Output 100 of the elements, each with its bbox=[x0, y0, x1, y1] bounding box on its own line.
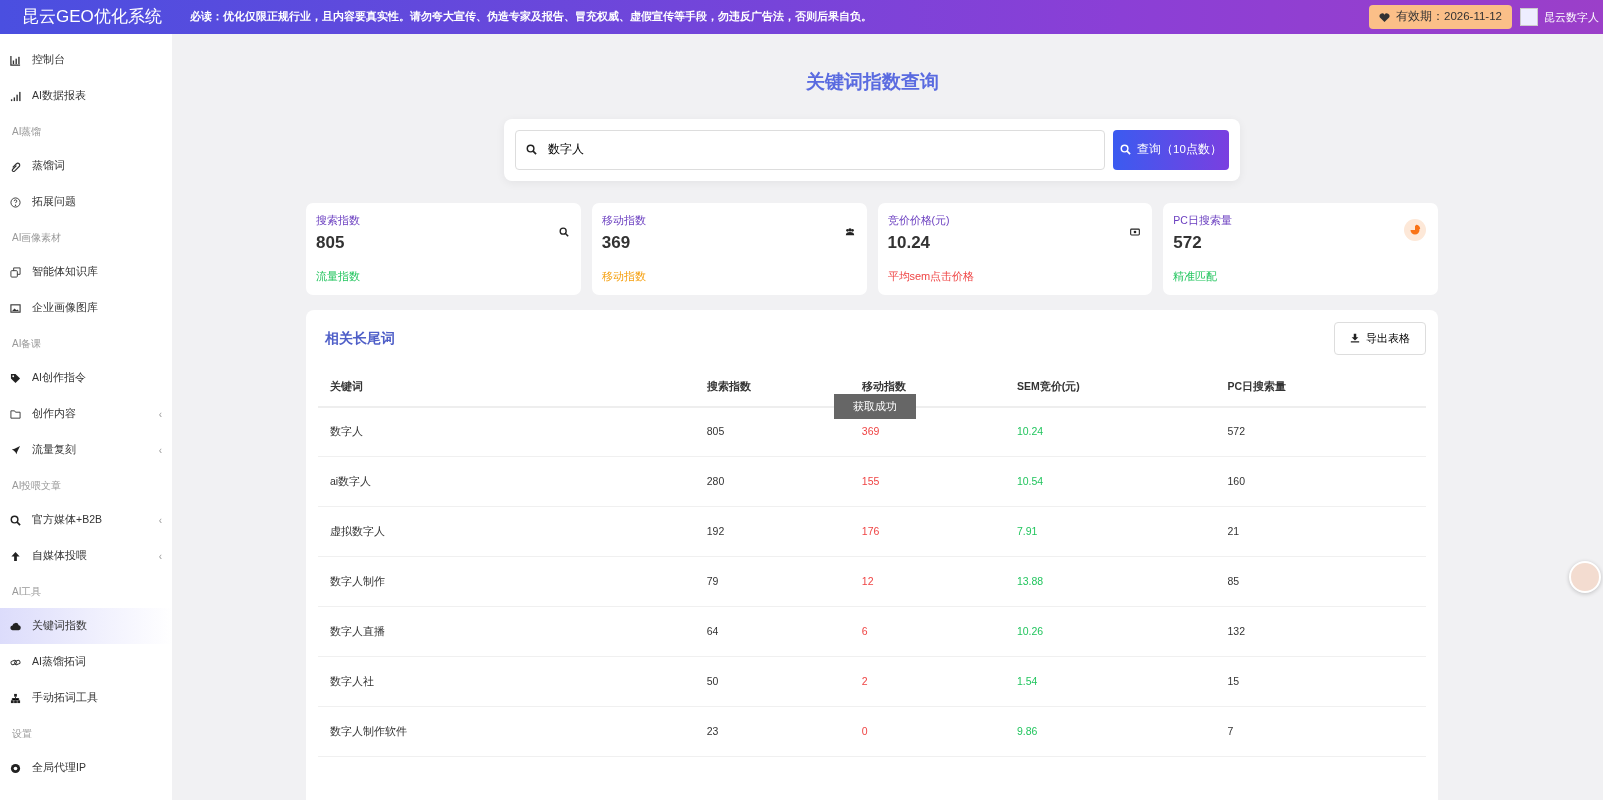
stat-label: 竞价价格(元) bbox=[887, 212, 951, 228]
sidebar-item[interactable]: 自媒体投喂 ‹ bbox=[0, 538, 172, 574]
cloud-icon bbox=[10, 620, 21, 632]
search-field[interactable]: 数字人 bbox=[515, 129, 1105, 170]
copy-icon bbox=[10, 266, 21, 278]
menu-section-label: AI投喂文章 bbox=[11, 478, 63, 493]
table-cell: 572 bbox=[1215, 406, 1426, 457]
page-title: 关键词指数查询 bbox=[804, 70, 940, 94]
table-cell: 7.91 bbox=[1004, 506, 1216, 557]
download-icon bbox=[1350, 333, 1360, 343]
table-cell: 7 bbox=[1215, 706, 1426, 757]
table-cell: 21 bbox=[1215, 506, 1426, 557]
stat-note: 精准匹配 bbox=[1173, 268, 1218, 284]
table-title: 相关长尾词 bbox=[325, 328, 395, 348]
sidebar-item[interactable]: 创作内容 ‹ bbox=[0, 396, 172, 432]
search-icon bbox=[10, 514, 21, 526]
table-cell: 数字人社 bbox=[318, 656, 695, 707]
stat-label: 移动指数 bbox=[601, 212, 647, 228]
sidebar-item[interactable]: AI数据报表 bbox=[0, 78, 172, 114]
table-cell: 10.26 bbox=[1004, 606, 1216, 657]
table-cell: 79 bbox=[694, 556, 850, 607]
menu-section-label: AI备课 bbox=[11, 336, 43, 351]
sidebar-item[interactable]: 智能体知识库 bbox=[0, 254, 172, 290]
paperclip-icon bbox=[10, 160, 21, 172]
app-title: 昆云GEO优化系统 bbox=[22, 6, 163, 29]
stat-label: 搜索指数 bbox=[316, 212, 361, 228]
stat-value: 572 bbox=[1173, 232, 1202, 255]
table-cell: 0 bbox=[849, 706, 1005, 757]
table-cell: ai数字人 bbox=[318, 456, 695, 507]
heart-icon bbox=[1379, 11, 1390, 23]
chevron-icon: ‹ bbox=[158, 442, 162, 458]
menu-section-label: AI工具 bbox=[11, 584, 43, 599]
table-cell: 50 bbox=[694, 656, 850, 707]
table-cell: 192 bbox=[694, 506, 850, 557]
table-cell: 13.88 bbox=[1004, 556, 1216, 607]
sidebar-item[interactable]: AI创作指令 bbox=[0, 360, 172, 396]
table-cell: 10.24 bbox=[1004, 406, 1216, 457]
sidebar-item[interactable]: AI蒸馏拓词 bbox=[0, 644, 172, 680]
signal-icon bbox=[10, 90, 21, 102]
notice-text: 必读：优化仅限正规行业，且内容要真实性。请勿夸大宣传、伪造专家及报告、冒充权威、虚假宣传等手段，勿违反广告法，否则后果自负。 bbox=[190, 9, 872, 25]
table-cell: 15 bbox=[1215, 656, 1426, 707]
table-cell: 2 bbox=[849, 656, 1005, 707]
toast-message: 获取成功 bbox=[834, 394, 916, 420]
stat-note: 平均sem点击价格 bbox=[887, 268, 975, 284]
table-cell: 280 bbox=[694, 456, 850, 507]
table-cell: 12 bbox=[849, 556, 1005, 607]
export-button[interactable]: 导出表格 bbox=[1334, 321, 1426, 355]
avatar-image[interactable] bbox=[1520, 8, 1538, 26]
table-cell: 64 bbox=[694, 606, 850, 657]
table-cell: 160 bbox=[1215, 456, 1426, 507]
expiry-date: 有效期：2026-11-12 bbox=[1396, 9, 1502, 25]
sidebar-item[interactable]: 全局代理IP bbox=[0, 750, 172, 786]
table-cell: 176 bbox=[849, 506, 1005, 557]
table-cell: 数字人 bbox=[318, 406, 695, 457]
column-header: 关键词 bbox=[318, 368, 695, 407]
column-header: SEM竞价(元) bbox=[1004, 368, 1216, 407]
stat-note: 移动指数 bbox=[601, 268, 646, 284]
table-cell: 6 bbox=[849, 606, 1005, 657]
stat-value: 10.24 bbox=[887, 232, 931, 255]
table-cell: 数字人制作软件 bbox=[318, 706, 695, 757]
table-cell: 10.54 bbox=[1004, 456, 1216, 507]
search-icon bbox=[558, 227, 569, 238]
assistant-avatar[interactable] bbox=[1569, 561, 1601, 593]
sidebar-item[interactable]: 拓展问题 bbox=[0, 184, 172, 220]
stat-label: PC日搜索量 bbox=[1173, 212, 1233, 228]
chevron-icon: ‹ bbox=[158, 512, 162, 528]
chevron-icon: ‹ bbox=[158, 406, 162, 422]
chevron-icon: ‹ bbox=[158, 548, 162, 564]
folder-icon bbox=[10, 408, 21, 420]
search-icon bbox=[526, 143, 537, 155]
menu-section-label: AI画像素材 bbox=[11, 230, 63, 245]
stat-note: 流量指数 bbox=[316, 268, 360, 284]
question-icon bbox=[10, 196, 21, 208]
query-button[interactable]: 查询（10点数） bbox=[1113, 129, 1229, 170]
table-cell: 155 bbox=[849, 456, 1005, 507]
table-cell: 虚拟数字人 bbox=[318, 506, 695, 557]
sidebar-item[interactable]: 官方媒体+B2B ‹ bbox=[0, 502, 172, 538]
sidebar-item[interactable]: 企业画像图库 bbox=[0, 290, 172, 326]
table-cell: 数字人直播 bbox=[318, 606, 695, 657]
arrow-up-icon bbox=[10, 550, 21, 562]
table-cell: 132 bbox=[1215, 606, 1426, 657]
table-cell: 9.86 bbox=[1004, 706, 1216, 757]
column-header: PC日搜索量 bbox=[1215, 368, 1426, 407]
stat-value: 805 bbox=[316, 232, 345, 255]
sidebar-item[interactable]: 蒸馏词 bbox=[0, 148, 172, 184]
table-cell: 23 bbox=[694, 706, 850, 757]
pie-chart-icon bbox=[1409, 223, 1421, 236]
user-name[interactable]: 昆云数字人 bbox=[1544, 8, 1599, 26]
table-cell: 数字人制作 bbox=[318, 556, 695, 607]
image-icon bbox=[10, 302, 21, 314]
table-cell: 85 bbox=[1215, 556, 1426, 607]
sidebar-item[interactable]: 控制台 bbox=[0, 42, 172, 78]
sidebar-item[interactable]: 手动拓词工具 bbox=[0, 680, 172, 716]
sidebar-item[interactable]: 流量复刻 ‹ bbox=[0, 432, 172, 468]
table-cell: 1.54 bbox=[1004, 656, 1216, 707]
stat-value: 369 bbox=[601, 232, 631, 255]
menu-section-label: 设置 bbox=[11, 726, 33, 741]
sitemap-icon bbox=[10, 692, 21, 704]
money-icon bbox=[1130, 227, 1141, 238]
chart-icon bbox=[10, 54, 21, 66]
